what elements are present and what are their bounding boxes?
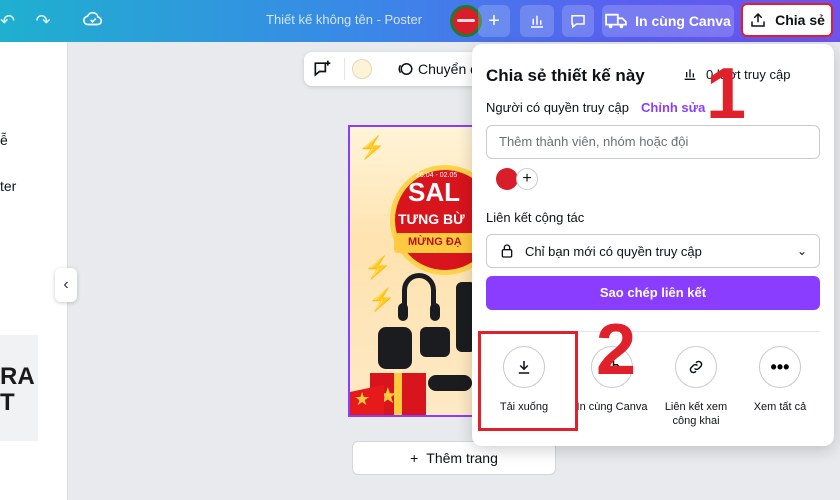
share-button[interactable]: Chia sẻ [741, 3, 833, 37]
undo-icon[interactable]: ↶ [0, 8, 15, 34]
collab-link-label: Liên kết cộng tác [486, 210, 585, 225]
more-icon: ••• [759, 346, 801, 388]
access-label: Người có quyền truy cập [486, 100, 629, 115]
public-link-option[interactable]: Liên kết xem công khai [654, 346, 738, 428]
share-label: Chia sẻ [775, 12, 825, 28]
truck-icon [605, 13, 627, 29]
celebrate-text: MỪNG ĐẠ [408, 236, 462, 248]
add-collaborator-button[interactable]: + [478, 5, 510, 37]
plus-icon: + [410, 450, 419, 466]
step-2-marker: 2 [596, 310, 637, 390]
document-title[interactable]: Thiết kế không tên - Poster [266, 12, 422, 27]
lock-icon [501, 244, 513, 258]
animate-icon[interactable] [396, 60, 414, 83]
panel-text: ter [0, 178, 17, 194]
insights-button[interactable] [520, 5, 554, 37]
sale-subtitle: TƯNG BỪ [398, 211, 465, 227]
soundbar-image [428, 375, 472, 391]
see-all-option[interactable]: ••• Xem tất cả [738, 346, 822, 414]
bolt-decoration: ⚡ [358, 135, 386, 160]
speaker-image [420, 327, 450, 357]
floating-toolbar: Chuyển đ [304, 52, 484, 86]
bolt-decoration: ⚡ [368, 287, 396, 312]
collapse-panel-button[interactable]: ‹ [55, 268, 77, 302]
comment-icon [571, 15, 585, 29]
top-bar: ↶ ↷ Thiết kế không tên - Poster + In cùn… [0, 0, 840, 42]
poster-canvas[interactable]: ⚡ ⚡ ⚡ 26.04 - 02.05 SAL TƯNG BỪ MỪNG ĐẠ … [348, 125, 474, 417]
cloud-saved-icon[interactable] [80, 8, 106, 34]
upload-icon [751, 12, 765, 27]
panel-text: ễ [0, 132, 8, 148]
link-access-select[interactable]: Chỉ bạn mới có quyền truy cập ⌄ [486, 234, 820, 268]
sale-text: SAL [408, 177, 460, 207]
comment-add-icon[interactable] [312, 59, 332, 84]
bolt-decoration: ⚡ [364, 255, 392, 280]
avatar[interactable] [496, 168, 518, 190]
link-icon [675, 346, 717, 388]
template-thumbnail[interactable]: RA T [0, 335, 38, 441]
comment-button[interactable] [562, 5, 594, 37]
speaker-image [378, 327, 412, 369]
chevron-down-icon: ⌄ [796, 244, 807, 258]
access-edit-link[interactable]: Chỉnh sửa [641, 100, 705, 115]
bar-chart-icon [684, 69, 696, 80]
add-page-button[interactable]: + Thêm trang [352, 441, 556, 475]
print-with-canva-button[interactable]: In cùng Canva [602, 5, 734, 37]
highlight-box [478, 331, 578, 431]
thumb-text: T [0, 389, 15, 416]
add-member-input[interactable]: Thêm thành viên, nhóm hoặc đội [486, 125, 820, 159]
add-page-label: Thêm trang [426, 450, 498, 466]
public-link-label: Liên kết xem công khai [664, 401, 728, 427]
copy-link-button[interactable]: Sao chép liên kết [486, 276, 820, 310]
bar-chart-icon [531, 15, 543, 28]
see-all-label: Xem tất cả [753, 401, 807, 413]
print-label: In cùng Canva [576, 401, 648, 413]
headphone-cup [398, 303, 408, 321]
add-person-button[interactable]: + [516, 168, 538, 190]
background-color-swatch[interactable] [352, 59, 372, 79]
print-label: In cùng Canva [635, 13, 731, 29]
headphone-cup [430, 303, 440, 321]
redo-icon[interactable]: ↷ [30, 8, 56, 34]
star-decoration: ★ [354, 389, 371, 409]
thumb-text: RA [0, 363, 35, 390]
divider [344, 58, 345, 80]
link-access-value: Chỉ bạn mới có quyền truy cập [525, 243, 702, 259]
animate-label[interactable]: Chuyển đ [418, 61, 478, 77]
step-1-marker: 1 [706, 54, 747, 134]
share-panel-title: Chia sẻ thiết kế này [486, 66, 645, 85]
